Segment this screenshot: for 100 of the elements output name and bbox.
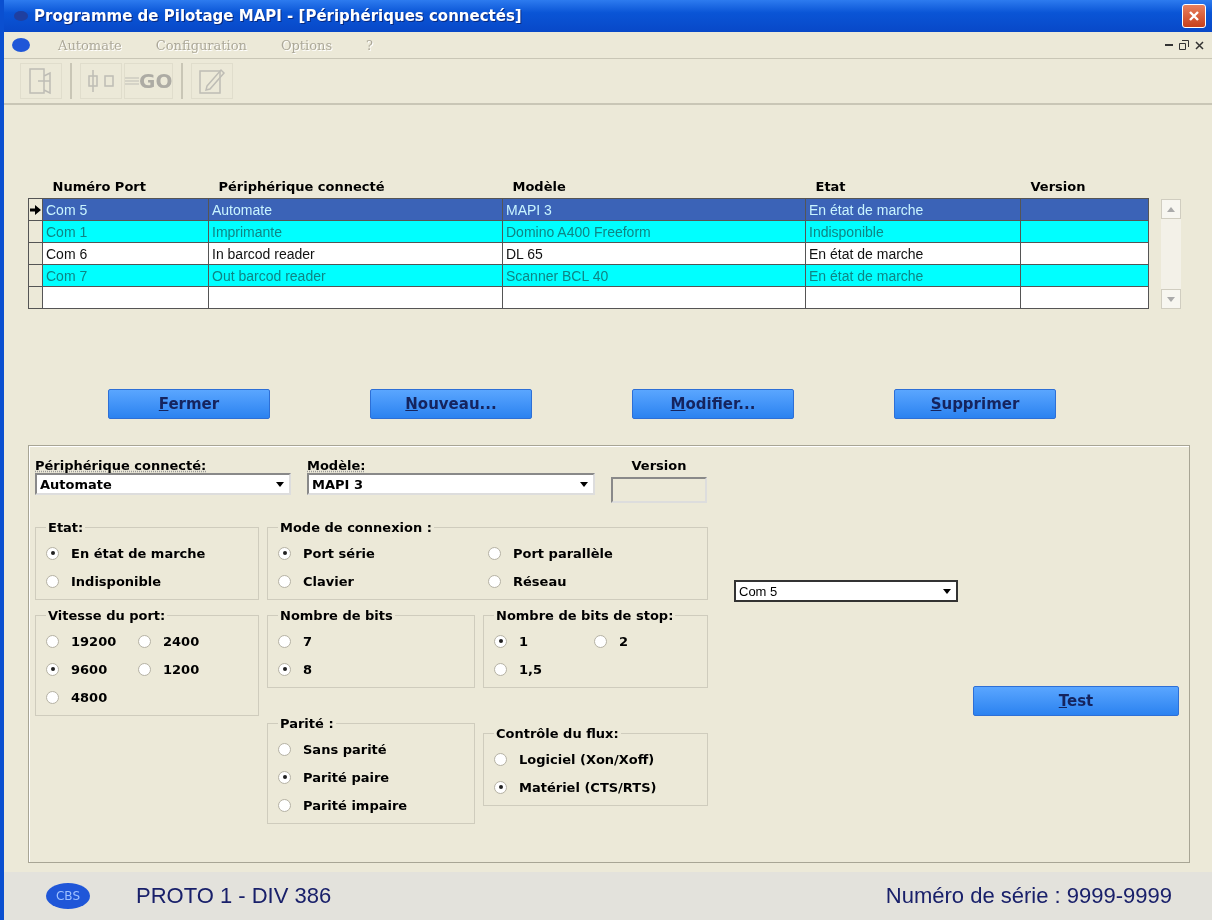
radio-button[interactable] [494,634,507,648]
radio-label[interactable]: Parité paire [303,769,390,785]
dropdown[interactable]: Com 5 [734,580,958,602]
app-icon [14,11,28,21]
radio-button[interactable] [278,574,291,588]
table-cell: Out barcod reader [208,264,503,287]
table-cell: Indisponible [805,220,1021,243]
radio-button[interactable] [278,546,291,560]
group-title: Nombre de bits [279,608,394,623]
table-cell: Com 5 [42,198,209,221]
radio-label[interactable]: 19200 [71,633,117,649]
radio-label[interactable]: 1 [519,633,529,649]
table-cell: DL 65 [502,242,806,265]
radio-button[interactable] [494,752,507,766]
radio-label[interactable]: 7 [303,633,313,649]
minimize-icon[interactable] [1165,43,1173,47]
radio-button[interactable] [488,546,501,560]
close-icon[interactable] [1195,40,1204,50]
radio-label[interactable]: 9600 [71,661,108,677]
radio-label[interactable]: Logiciel (Xon/Xoff) [519,751,655,767]
radio-label[interactable]: Réseau [513,573,567,589]
radio-label[interactable]: Port parallèle [513,545,613,561]
column-header: Etat [805,177,1021,199]
radio-button[interactable] [278,662,291,676]
table-cell: Imprimante [208,220,503,243]
go-label: GO [139,69,173,93]
field-label: Modèle: [307,458,367,473]
action-button[interactable]: Nouveau... [370,389,532,419]
radio-label[interactable]: Indisponible [71,573,162,589]
window-title: Programme de Pilotage MAPI - [Périphériques connectés] [34,7,523,25]
scrollbar[interactable] [1161,199,1181,309]
pencil-icon [197,66,228,96]
radio-label[interactable]: 1200 [163,661,200,677]
radio-button[interactable] [278,798,291,812]
field-label: Périphérique connecté: [35,458,208,473]
radio-button[interactable] [488,574,501,588]
radio-button[interactable] [46,690,59,704]
radio-button[interactable] [494,780,507,794]
table-row[interactable]: Com 6 In barcod reader DL 65 En état de marche [28,242,1149,265]
table-row[interactable]: Com 7 Out barcod reader Scanner BCL 40 En état de marche [28,264,1149,287]
table-cell: Automate [208,198,503,221]
radio-label[interactable]: Port série [303,545,375,561]
table-cell: In barcod reader [208,242,503,265]
table-cell: Scanner BCL 40 [502,264,806,287]
radio-button[interactable] [138,634,151,648]
radio-button[interactable] [138,662,151,676]
table-cell: Com 7 [42,264,209,287]
table-cell: En état de marche [805,264,1021,287]
radio-label[interactable]: Matériel (CTS/RTS) [519,779,657,795]
row-header [28,242,43,265]
radio-button[interactable] [46,634,59,648]
arrow-icon [29,204,41,215]
table-cell: Domino A400 Freeform [502,220,806,243]
close-button[interactable] [1182,4,1206,28]
column-header: Périphérique connecté [208,177,503,199]
action-button[interactable]: Modifier... [632,389,794,419]
radio-label[interactable]: 8 [303,661,313,677]
radio-button[interactable] [494,662,507,676]
column-header: Numéro Port [42,177,209,199]
group-title: Contrôle du flux: [495,726,620,741]
radio-button[interactable] [46,546,59,560]
app-icon [12,38,30,52]
group-title: Vitesse du port: [47,608,167,623]
group-title: Nombre de bits de stop: [495,608,675,623]
row-header [28,264,43,287]
radio-label[interactable]: Clavier [303,573,354,589]
new-row[interactable] [28,286,1149,309]
dropdown[interactable]: MAPI 3 [307,473,595,495]
action-button[interactable]: Supprimer [894,389,1056,419]
radio-label[interactable]: Sans parité [303,741,387,757]
restore-icon[interactable] [1179,40,1189,50]
dropdown[interactable]: Automate [35,473,291,495]
radio-label[interactable]: 2 [619,633,629,649]
table-cell: En état de marche [805,242,1021,265]
table-row[interactable]: Com 5 Automate MAPI 3 En état de marche [28,198,1149,221]
radio-button[interactable] [278,742,291,756]
radio-label[interactable]: 1,5 [519,661,543,677]
group-title: Etat: [47,520,85,535]
radio-button[interactable] [594,634,607,648]
table-cell: En état de marche [805,198,1021,221]
radio-button[interactable] [46,662,59,676]
radio-label[interactable]: En état de marche [71,545,206,561]
action-button[interactable]: Test [973,686,1179,716]
status-text: Numéro de série : 9999-9999 [885,883,1172,909]
action-button[interactable]: Fermer [108,389,270,419]
group-title: Parité : [279,716,335,731]
radio-label[interactable]: 2400 [163,633,200,649]
radio-button[interactable] [278,770,291,784]
radio-label[interactable]: Parité impaire [303,797,408,813]
table-row[interactable]: Com 1 Imprimante Domino A400 Freeform Indisponible [28,220,1149,243]
table-cell: Com 6 [42,242,209,265]
version-field[interactable] [611,477,707,503]
scroll-down-icon[interactable] [1167,296,1175,302]
radio-label[interactable]: 4800 [71,689,108,705]
scroll-up-icon[interactable] [1167,206,1175,212]
radio-button[interactable] [278,634,291,648]
switch-icon [86,67,116,95]
radio-button[interactable] [46,574,59,588]
table-cell: Com 1 [42,220,209,243]
status-text: PROTO 1 - DIV 386 [136,883,332,909]
